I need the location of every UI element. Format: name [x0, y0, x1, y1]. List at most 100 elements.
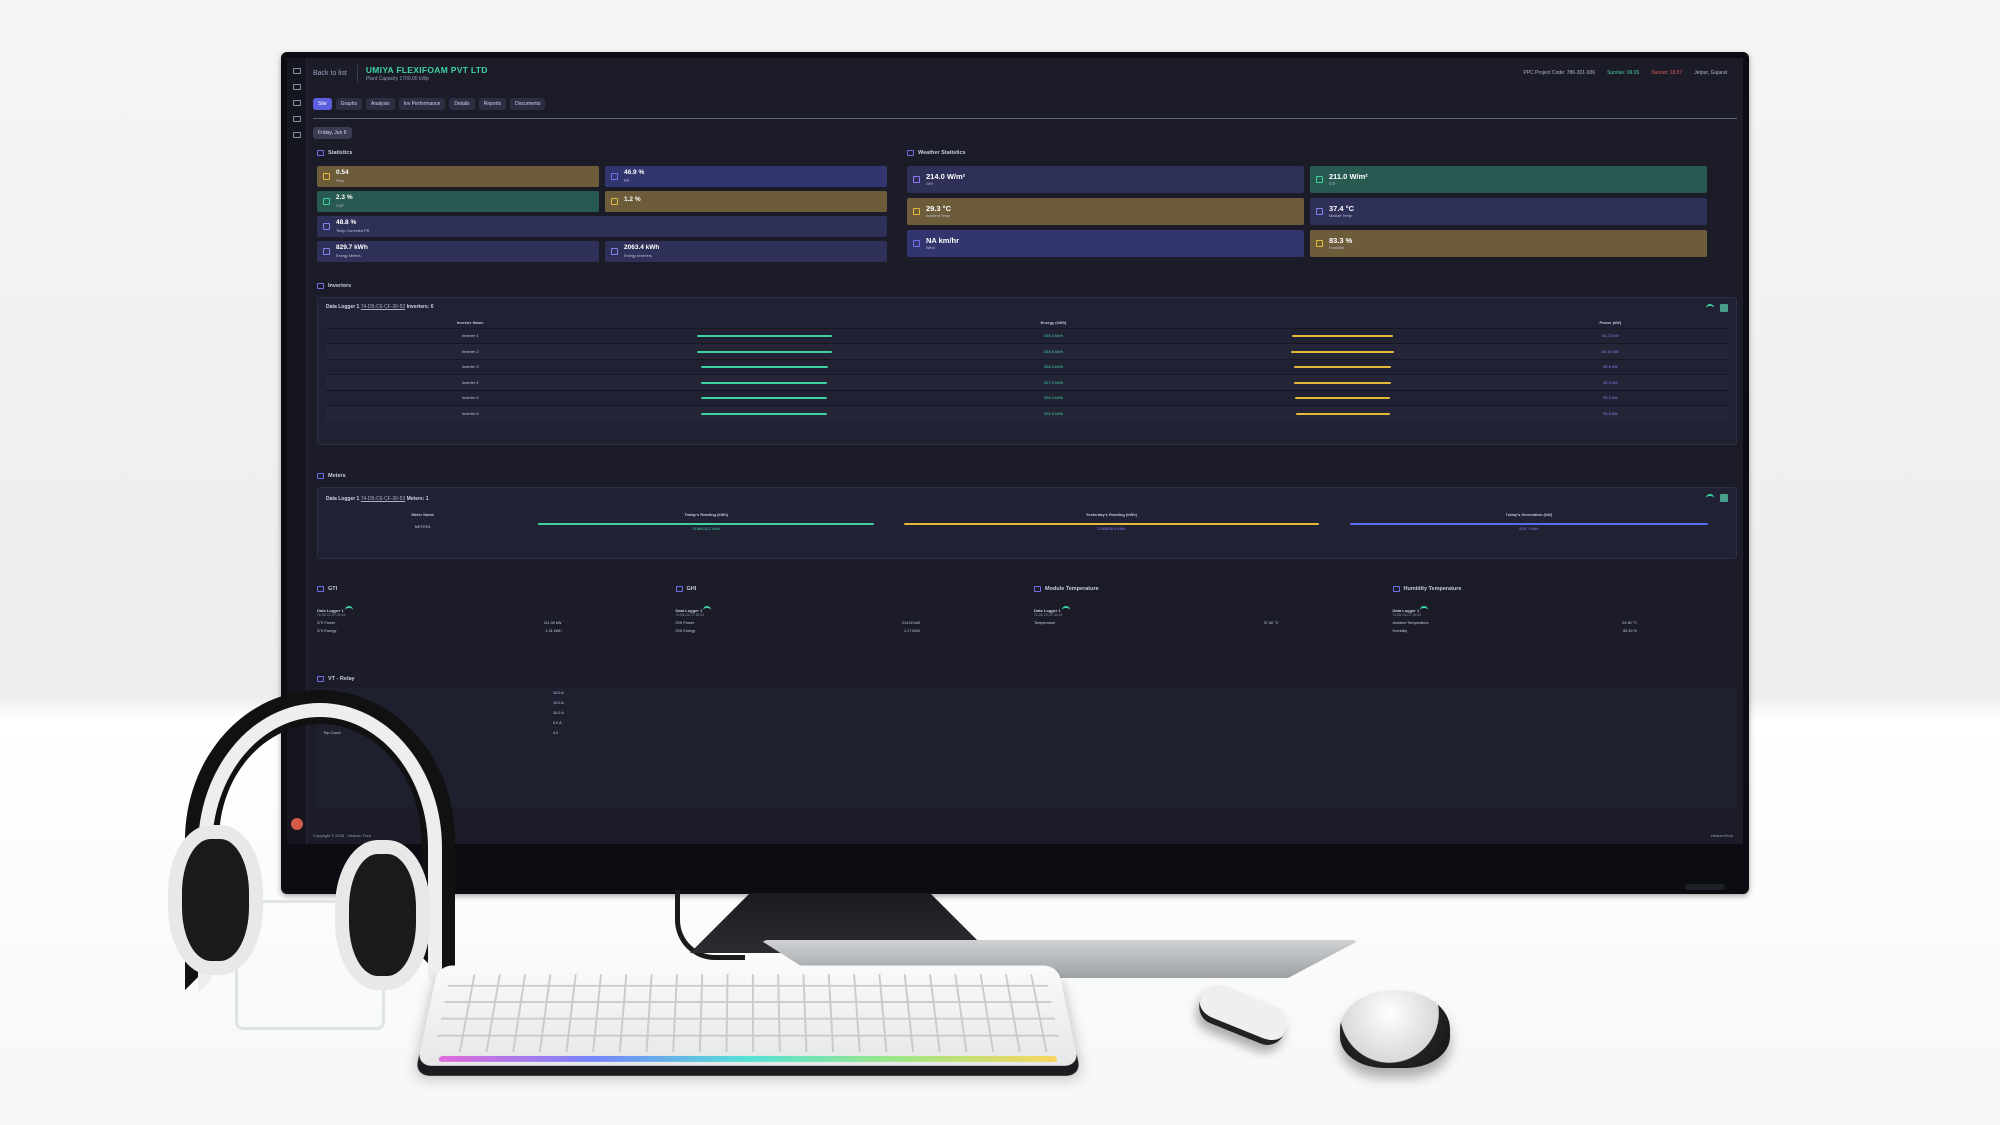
statistics-tiles: 0.54 Flow 46.9 % PR 2.3 % CUF 1.2 % 48.8 % Temp …: [317, 166, 887, 262]
energy-bar: [701, 397, 828, 400]
tile-value: 829.7 kWh: [336, 244, 368, 252]
meters-title: Meters: [328, 473, 346, 479]
keyboard-rgb-glow: [438, 1055, 1058, 1062]
location: Jetpur, Gujarat: [1694, 70, 1727, 76]
inverter-name[interactable]: Inverter 1: [326, 327, 615, 344]
dashboard-icon[interactable]: [292, 84, 301, 90]
sensor-key: Temperature: [1034, 621, 1056, 625]
sensor-row: GTI Power 211.00 kW: [317, 621, 662, 625]
tab-analysis[interactable]: Analysis: [366, 98, 395, 110]
generation-value: 829.7 kWh: [1519, 526, 1539, 531]
date-chip[interactable]: Friday, Jun 6: [313, 127, 352, 139]
stat-tile: 829.7 kWh Energy Meters: [317, 241, 599, 262]
users-icon[interactable]: [292, 116, 301, 122]
remote-control: [1193, 979, 1293, 1051]
keyboard: [416, 965, 1080, 1066]
sensor-value: 214.00 kW: [901, 621, 920, 625]
tile-icon: [323, 173, 330, 180]
inverter-name[interactable]: Inverter 6: [326, 405, 615, 421]
mouse: [1340, 990, 1450, 1068]
tile-value: 46.9 %: [624, 169, 645, 177]
tile-icon: [1316, 240, 1323, 247]
relay-row: L1 Current 10.0 A: [317, 698, 1737, 708]
tab-documents[interactable]: Documents: [510, 98, 546, 110]
col-today-generation: Today's Generation (kW): [1505, 512, 1553, 517]
menu-icon[interactable]: [292, 68, 301, 74]
tile-value: 29.3 °C: [926, 203, 952, 213]
tile-value: 211.0 W/m²: [1329, 171, 1368, 181]
today-reading-value: 2156426.2 kWh: [692, 526, 721, 531]
wifi-icon: [703, 606, 712, 612]
sites-icon[interactable]: [292, 100, 301, 106]
col-today-reading: Today's Reading (kWh): [684, 512, 729, 517]
tile-value: 83.3 %: [1329, 235, 1353, 245]
inverters-panel: Data Logger 1 74-D5-C6-CF-30-53 Inverter…: [317, 297, 1737, 445]
vt-relay-panel: 10.0 A L1 Current 10.0 A L2 Current 10.0 A Ea…: [317, 688, 1737, 808]
datalogger-label: Data Logger 1: [326, 496, 360, 502]
power-bar: [1295, 397, 1391, 400]
relay-icon: [317, 676, 324, 682]
company-name: UMIYA FLEXIFOAM PVT LTD: [365, 64, 488, 75]
stat-tile: 0.54 Flow: [317, 166, 599, 187]
relay-value: 10.0 A: [553, 711, 564, 715]
wifi-icon: [1706, 304, 1714, 310]
sensor-key: GHI Energy: [675, 629, 696, 633]
datalogger-label: Data Logger 1: [326, 304, 360, 310]
inverter-name[interactable]: Inverter 2: [326, 343, 615, 359]
sensor-sections: GTI Data Logger 1 74-D5-C6-CF-30-53 GTI Po…: [317, 586, 1737, 633]
tile-label: CUF: [336, 203, 344, 208]
sensor-datalogger: Data Logger 1: [1034, 606, 1379, 613]
inverter-datalogger: Data Logger 1 74-D5-C6-CF-30-53 Inverter…: [326, 304, 1728, 310]
sensor-value: 37.40 °C: [1263, 621, 1279, 625]
sunset-time: Sunset: 18:37: [1651, 70, 1683, 76]
company-block: UMIYA FLEXIFOAM PVT LTD Plant Capacity 1…: [356, 64, 488, 82]
energy-value: 338.3 kWh: [914, 358, 1193, 375]
table-row: Inverter 1 348.3 kWh 64.23 kW: [326, 327, 1728, 344]
sensor-value: 83.30 %: [1623, 629, 1637, 633]
inverter-name[interactable]: Inverter 3: [326, 358, 615, 375]
relay-value: 10.0 A: [553, 701, 564, 705]
tile-icon: [913, 208, 920, 215]
settings-icon[interactable]: [292, 132, 301, 138]
sensor-icon: [1034, 586, 1041, 592]
tile-label: Module Temp: [1329, 214, 1352, 219]
sensor-key: GTI Energy: [317, 629, 337, 633]
statistics-section: Statistics 0.54 Flow 46.9 % PR 2.3 % CUF 1.2 %…: [317, 150, 887, 262]
tile-label: Wind: [926, 246, 935, 251]
sunrise-time: Sunrise: 06:26: [1607, 70, 1640, 76]
tab-reports[interactable]: Reports: [478, 98, 507, 110]
datalogger-id-link[interactable]: 74-D5-C6-CF-30-53: [361, 496, 405, 502]
stat-tile: 48.8 % Temp Corrected PR: [317, 216, 887, 237]
tab-bar: Site Graphs Analysis Inv Performance Det…: [313, 98, 1737, 119]
meters-section: Meters Data Logger 1 74-D5-C6-CF-30-53 M…: [317, 473, 1737, 559]
inverter-icon: [317, 283, 324, 289]
wifi-icon: [1420, 606, 1429, 612]
power-bar: [1294, 366, 1392, 369]
datalogger-id-link[interactable]: 74-D5-C6-CF-30-53: [361, 304, 405, 310]
chart-icon[interactable]: [1720, 494, 1728, 502]
footer-brand: HeavenTech: [1710, 833, 1733, 838]
tab-inv-performance[interactable]: Inv Performance: [398, 98, 446, 110]
inverter-name[interactable]: Inverter 5: [326, 389, 615, 406]
tab-site[interactable]: Site: [313, 98, 332, 110]
tile-label: Energy Meters: [336, 253, 361, 258]
statistics-area: Statistics 0.54 Flow 46.9 % PR 2.3 % CUF 1.2 %…: [317, 150, 1741, 270]
tile-label: Ambient Temp: [926, 214, 951, 219]
tile-icon: [611, 248, 618, 255]
tab-details[interactable]: Details: [449, 98, 475, 110]
wifi-icon: [344, 606, 353, 612]
meters-panel: Data Logger 1 74-D5-C6-CF-30-53 Meters: …: [317, 487, 1737, 559]
vt-relay-title: VT - Relay: [328, 676, 355, 682]
power-bar: [1295, 412, 1390, 415]
relay-row: Trip Count 4.0: [317, 728, 1737, 738]
generation-bar: [1349, 522, 1709, 525]
back-link[interactable]: Back to list: [313, 70, 347, 77]
energy-bar: [701, 381, 828, 384]
tile-value: 1.2 %: [624, 196, 641, 204]
datalogger-id: 74-D5-C6-CF-30-53: [1034, 613, 1063, 617]
sensor-key: Ambient Temperature: [1392, 621, 1429, 625]
tab-graphs[interactable]: Graphs: [335, 98, 363, 110]
inverter-name[interactable]: Inverter 4: [326, 374, 615, 390]
chart-icon[interactable]: [1720, 304, 1728, 312]
weather-tile: 29.3 °C Ambient Temp: [907, 198, 1304, 225]
